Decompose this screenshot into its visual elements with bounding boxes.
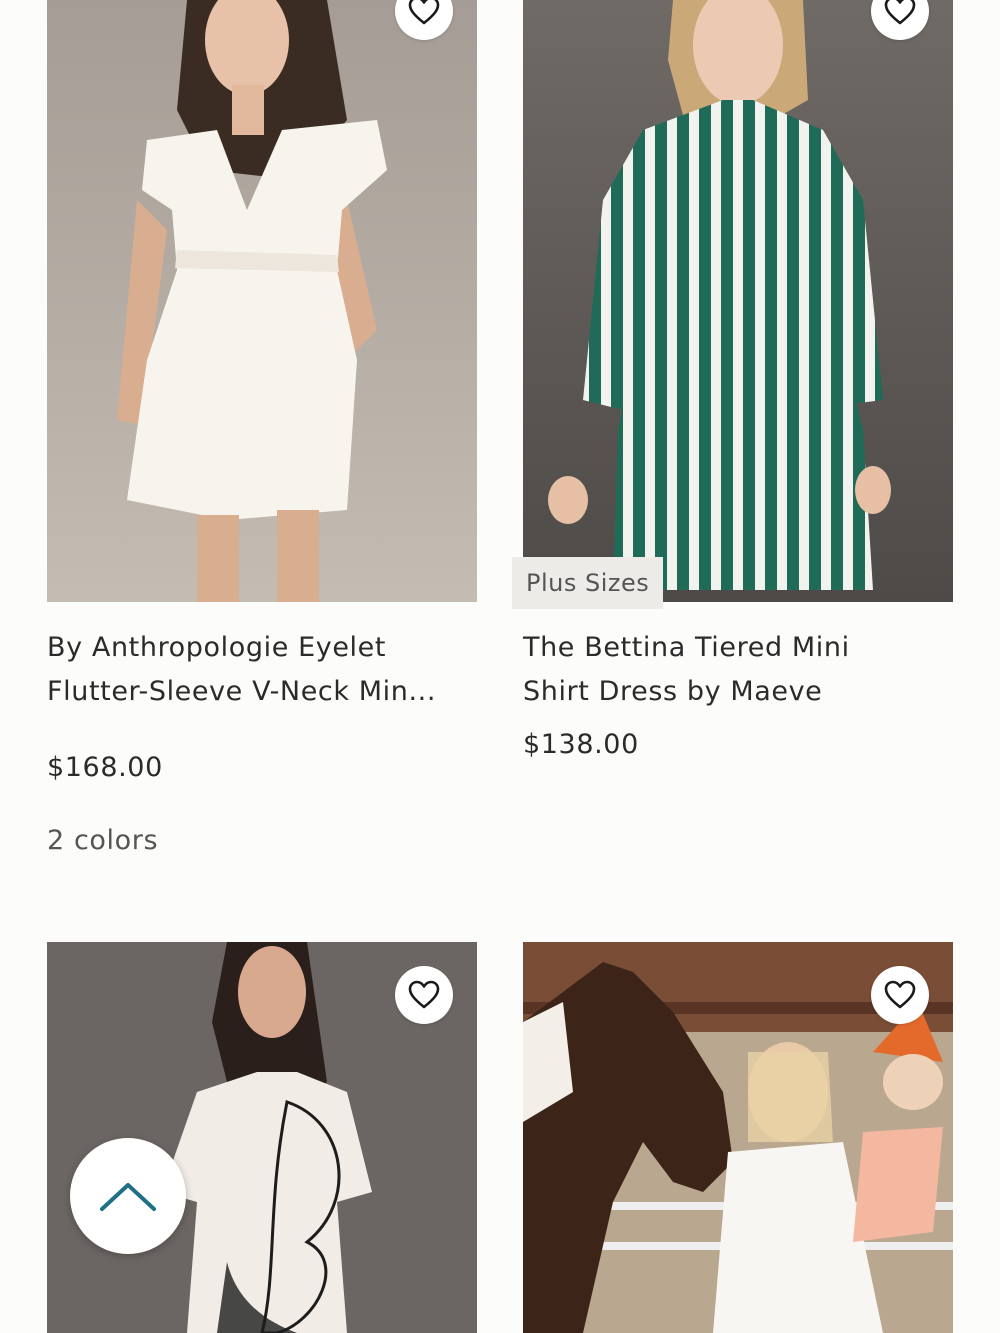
color-count[interactable]: 2 colors [47,825,158,856]
scroll-to-top-button[interactable] [70,1138,186,1254]
product-photo [523,0,953,602]
product-card-horse-lifestyle[interactable] [523,942,953,1333]
product-title-line1[interactable]: The Bettina Tiered Mini [523,626,850,670]
product-title-line1[interactable]: By Anthropologie Eyelet [47,626,386,670]
favorite-button[interactable] [395,966,453,1024]
product-price: $138.00 [523,729,639,760]
plus-sizes-badge: Plus Sizes [512,557,664,609]
product-price: $168.00 [47,752,163,783]
heart-outline-icon [884,0,916,25]
product-card-striped-dress[interactable]: Plus Sizes The Bettina Tiered Mini Shirt… [512,0,953,780]
product-card-eyelet-dress[interactable]: By Anthropologie Eyelet Flutter-Sleeve V… [47,0,477,870]
heart-outline-icon [408,980,440,1009]
product-title-line2[interactable]: Flutter-Sleeve V-Neck Min... [47,670,436,714]
heart-outline-icon [408,0,440,25]
chevron-up-icon [100,1183,156,1211]
product-image[interactable] [523,0,953,602]
heart-outline-icon [884,980,916,1009]
product-card-butterfly-dress[interactable] [47,942,477,1333]
product-image[interactable] [47,0,477,602]
favorite-button[interactable] [871,966,929,1024]
product-photo [47,0,477,602]
product-title-line2[interactable]: Shirt Dress by Maeve [523,670,822,714]
